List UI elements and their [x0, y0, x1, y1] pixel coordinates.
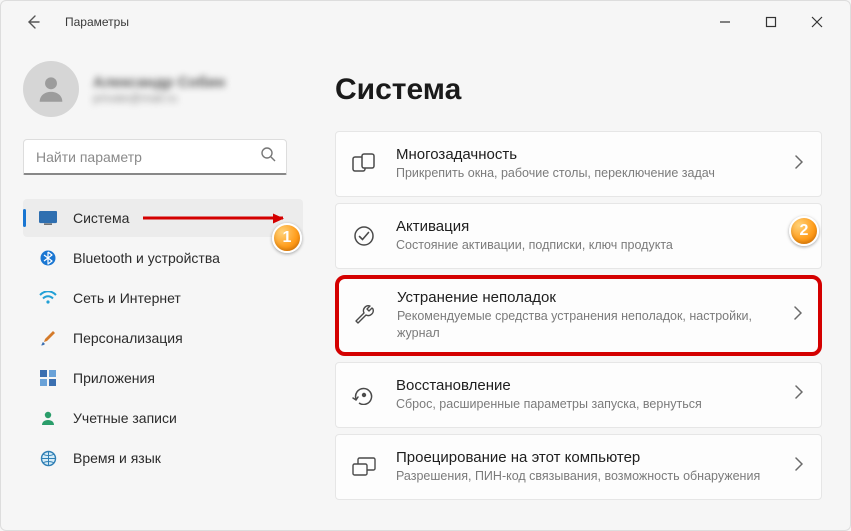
bluetooth-icon	[39, 249, 57, 267]
annotation-arrow	[143, 217, 283, 220]
card-multitasking[interactable]: Многозадачность Прикрепить окна, рабочие…	[335, 131, 822, 197]
chevron-right-icon	[795, 385, 803, 404]
close-button[interactable]	[794, 6, 840, 38]
multitask-icon	[350, 150, 378, 178]
search-box[interactable]	[23, 139, 287, 175]
sidebar: Александр Собин private@mail.ru Система	[1, 43, 311, 530]
nav-item-network[interactable]: Сеть и Интернет	[23, 279, 311, 317]
back-button[interactable]	[19, 8, 47, 36]
minimize-button[interactable]	[702, 6, 748, 38]
nav-label: Учетные записи	[73, 410, 177, 426]
callout-text: 2	[800, 222, 809, 240]
card-recovery[interactable]: Восстановление Сброс, расширенные параме…	[335, 362, 822, 428]
chevron-right-icon	[795, 457, 803, 476]
card-title: Проецирование на этот компьютер	[396, 449, 777, 466]
wrench-icon	[351, 301, 379, 329]
person-icon	[39, 409, 57, 427]
nav-list: Система Bluetooth и устройства Сеть и Ин…	[23, 199, 311, 477]
chevron-right-icon	[795, 155, 803, 174]
nav-item-bluetooth[interactable]: Bluetooth и устройства	[23, 239, 311, 277]
profile-name: Александр Собин	[93, 74, 225, 91]
wifi-icon	[39, 289, 57, 307]
globe-clock-icon	[39, 449, 57, 467]
chevron-right-icon	[794, 306, 802, 325]
nav-label: Bluetooth и устройства	[73, 250, 220, 266]
nav-item-personalization[interactable]: Персонализация	[23, 319, 311, 357]
card-title: Активация	[396, 218, 777, 235]
callout-badge-2: 2	[789, 216, 819, 246]
nav-item-apps[interactable]: Приложения	[23, 359, 311, 397]
card-projecting[interactable]: Проецирование на этот компьютер Разрешен…	[335, 434, 822, 500]
nav-label: Сеть и Интернет	[73, 290, 181, 306]
recovery-icon	[350, 381, 378, 409]
maximize-button[interactable]	[748, 6, 794, 38]
card-subtitle: Рекомендуемые средства устранения непола…	[397, 308, 776, 342]
check-icon	[350, 222, 378, 250]
card-subtitle: Состояние активации, подписки, ключ прод…	[396, 237, 777, 254]
search-icon	[260, 146, 276, 167]
app-title: Параметры	[65, 15, 129, 29]
card-troubleshoot[interactable]: Устранение неполадок Рекомендуемые средс…	[335, 275, 822, 356]
card-title: Устранение неполадок	[397, 289, 776, 306]
callout-badge-1: 1	[272, 223, 302, 253]
nav-label: Время и язык	[73, 450, 161, 466]
nav-label: Персонализация	[73, 330, 183, 346]
project-icon	[350, 453, 378, 481]
card-activation[interactable]: Активация Состояние активации, подписки,…	[335, 203, 822, 269]
card-title: Восстановление	[396, 377, 777, 394]
nav-item-system[interactable]: Система	[23, 199, 303, 237]
avatar	[23, 61, 79, 117]
nav-item-time-language[interactable]: Время и язык	[23, 439, 311, 477]
nav-item-accounts[interactable]: Учетные записи	[23, 399, 311, 437]
content-area: Система Многозадачность Прикрепить окна,…	[311, 43, 850, 530]
profile-block[interactable]: Александр Собин private@mail.ru	[23, 61, 311, 117]
brush-icon	[39, 329, 57, 347]
card-subtitle: Прикрепить окна, рабочие столы, переключ…	[396, 165, 777, 182]
profile-email: private@mail.ru	[93, 91, 225, 105]
card-title: Многозадачность	[396, 146, 777, 163]
nav-label: Приложения	[73, 370, 155, 386]
page-title: Система	[335, 73, 822, 107]
title-bar: Параметры	[1, 1, 850, 43]
callout-text: 1	[283, 229, 292, 247]
search-input[interactable]	[36, 149, 260, 165]
nav-label: Система	[73, 210, 129, 226]
apps-icon	[39, 369, 57, 387]
card-subtitle: Разрешения, ПИН-код связывания, возможно…	[396, 468, 777, 485]
system-icon	[39, 209, 57, 227]
card-subtitle: Сброс, расширенные параметры запуска, ве…	[396, 396, 777, 413]
